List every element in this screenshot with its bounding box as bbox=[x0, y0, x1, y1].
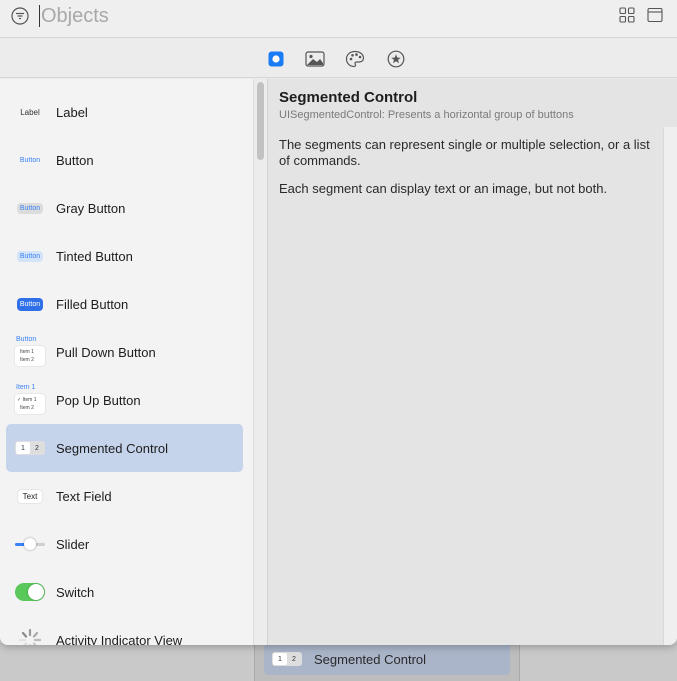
search-input[interactable] bbox=[41, 2, 541, 30]
menu-line: Item 2 bbox=[20, 405, 34, 411]
background-segmented-control-row[interactable]: 1 2 Segmented Control bbox=[264, 643, 510, 675]
slider-thumbnail bbox=[14, 528, 46, 560]
slider-thumb bbox=[15, 538, 45, 550]
star-circle-icon bbox=[387, 50, 405, 68]
tinted-button-thumbnail: Button bbox=[14, 240, 46, 272]
list-item-pop-up-button[interactable]: Item 1 ✓ Item 1 Item 2 Pop Up Button bbox=[6, 376, 243, 424]
detail-subtitle: UISegmentedControl: Presents a horizonta… bbox=[279, 109, 574, 121]
menu-box: Item 1 Item 2 bbox=[15, 346, 45, 366]
list-scrollbar-thumb[interactable] bbox=[257, 82, 264, 160]
menu-box: ✓ Item 1 Item 2 bbox=[15, 394, 45, 414]
list-item-name: Slider bbox=[56, 536, 90, 552]
library-tab-bar bbox=[0, 39, 677, 78]
thumb-text: Label bbox=[20, 107, 40, 117]
list-item-name: Switch bbox=[56, 584, 95, 600]
pull-down-thumbnail: Button Item 1 Item 2 bbox=[14, 336, 46, 368]
thumb-text: Button bbox=[16, 336, 37, 343]
list-item-name: Activity Indicator View bbox=[56, 632, 183, 646]
thumb-text: Button bbox=[19, 156, 41, 164]
menu-line: Item 1 bbox=[20, 349, 34, 355]
spinner-icon bbox=[18, 628, 42, 645]
menu-thumb: Item 1 ✓ Item 1 Item 2 bbox=[14, 384, 46, 416]
detail-paragraph: Each segment can display text or an imag… bbox=[279, 181, 608, 196]
list-item-pull-down-button[interactable]: Button Item 1 Item 2 Pull Down Button bbox=[6, 328, 243, 376]
menu-thumb: Button Item 1 Item 2 bbox=[14, 336, 46, 368]
background-segmented-thumb: 1 2 bbox=[272, 652, 302, 666]
square-circle-icon bbox=[268, 51, 284, 67]
list-item-activity-indicator[interactable]: Activity Indicator View bbox=[6, 616, 243, 645]
segmented-control-thumbnail: 1 2 bbox=[14, 432, 46, 464]
thumb-text: Button bbox=[16, 297, 44, 311]
list-item-filled-button[interactable]: Button Filled Button bbox=[6, 280, 243, 328]
label-thumbnail: Label bbox=[14, 96, 46, 128]
segmented-thumb: 1 2 bbox=[15, 441, 45, 455]
detail-description: The segments can represent single or mul… bbox=[279, 137, 654, 209]
list-item-button[interactable]: Button Button bbox=[6, 136, 243, 184]
detail-paragraph: The segments can represent single or mul… bbox=[279, 137, 650, 168]
photo-icon bbox=[305, 51, 325, 67]
object-library-popover: Label Label Button Button Button Gray Bu… bbox=[0, 0, 677, 645]
gray-button-thumbnail: Button bbox=[14, 192, 46, 224]
slider-knob bbox=[24, 538, 36, 550]
list-item-label[interactable]: Label Label bbox=[6, 88, 243, 136]
list-item-name: Text Field bbox=[56, 488, 112, 504]
tab-objects[interactable] bbox=[266, 49, 286, 69]
list-item-gray-button[interactable]: Button Gray Button bbox=[6, 184, 243, 232]
list-item-name: Label bbox=[56, 104, 88, 120]
list-item-name: Pop Up Button bbox=[56, 392, 141, 408]
list-item-name: Filled Button bbox=[56, 296, 129, 312]
thumb-text: Button bbox=[16, 202, 44, 214]
pop-up-thumbnail: Item 1 ✓ Item 1 Item 2 bbox=[14, 384, 46, 416]
palette-icon bbox=[345, 50, 365, 68]
thumb-text: Item 1 bbox=[16, 384, 36, 391]
tab-symbols[interactable] bbox=[386, 49, 406, 69]
switch-thumbnail bbox=[14, 576, 46, 608]
list-item-name: Segmented Control bbox=[56, 440, 169, 456]
list-item-name: Gray Button bbox=[56, 200, 126, 216]
filter-icon[interactable] bbox=[11, 7, 29, 25]
list-item-name: Button bbox=[56, 152, 94, 168]
list-item-tinted-button[interactable]: Button Tinted Button bbox=[6, 232, 243, 280]
tab-colors[interactable] bbox=[345, 49, 365, 69]
list-item-switch[interactable]: Switch bbox=[6, 568, 243, 616]
grid-view-icon[interactable] bbox=[619, 7, 635, 23]
menu-line: Item 2 bbox=[20, 357, 34, 363]
segment-1: 1 bbox=[273, 653, 287, 665]
list-item-name: Tinted Button bbox=[56, 248, 133, 264]
list-item-segmented-control[interactable]: 1 2 Segmented Control bbox=[6, 424, 243, 472]
window-icon[interactable] bbox=[647, 7, 663, 23]
detail-scroll-edge bbox=[663, 127, 677, 645]
list-item-name: Pull Down Button bbox=[56, 344, 156, 360]
background-row-label: Segmented Control bbox=[314, 651, 427, 667]
text-field-thumbnail: Text bbox=[14, 480, 46, 512]
segment-2: 2 bbox=[292, 655, 296, 663]
activity-indicator-thumbnail bbox=[14, 624, 46, 645]
list-scrollbar-track[interactable] bbox=[253, 79, 267, 645]
detail-title: Segmented Control bbox=[279, 89, 418, 106]
segment-2: 2 bbox=[35, 444, 39, 452]
detail-pane: Segmented Control UISegmentedControl: Pr… bbox=[268, 79, 677, 645]
text-cursor bbox=[39, 5, 40, 27]
thumb-text: Text bbox=[17, 489, 43, 503]
switch-thumb bbox=[15, 583, 45, 601]
filled-button-thumbnail: Button bbox=[14, 288, 46, 320]
menu-line: ✓ Item 1 bbox=[17, 397, 37, 403]
switch-knob bbox=[28, 584, 44, 600]
thumb-text: Button bbox=[16, 250, 44, 262]
list-item-text-field[interactable]: Text Text Field bbox=[6, 472, 243, 520]
search-bar bbox=[0, 0, 677, 38]
object-list[interactable]: Label Label Button Button Button Gray Bu… bbox=[0, 79, 253, 645]
list-item-slider[interactable]: Slider bbox=[6, 520, 243, 568]
button-thumbnail: Button bbox=[14, 144, 46, 176]
tab-media[interactable] bbox=[305, 49, 325, 69]
segment-1: 1 bbox=[16, 442, 30, 454]
